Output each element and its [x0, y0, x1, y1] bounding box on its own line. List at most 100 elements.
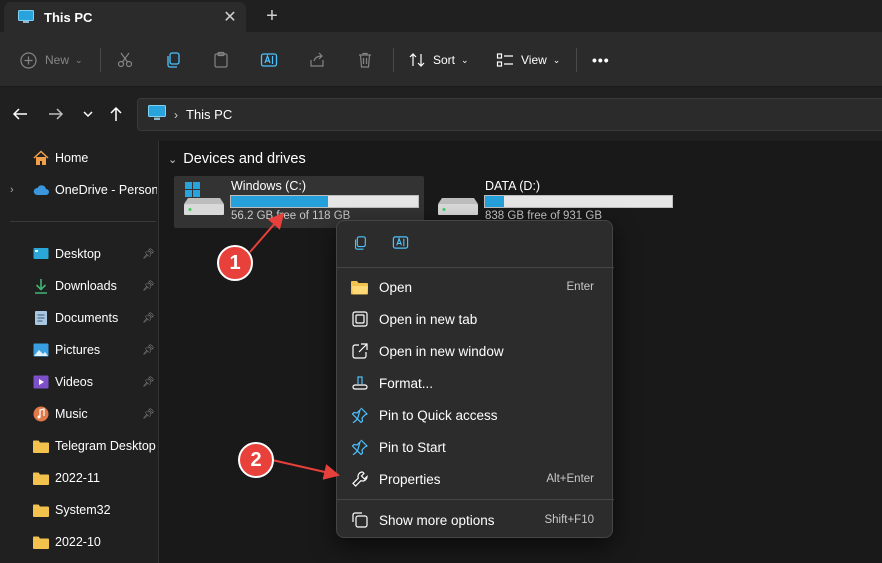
sidebar-item-pictures[interactable]: Pictures 📌︎	[0, 336, 159, 364]
context-menu: Open Enter Open in new tab Open in new w…	[336, 220, 614, 538]
view-button[interactable]: View ⌄	[496, 46, 560, 74]
document-icon	[33, 310, 49, 326]
paste-button[interactable]	[212, 46, 230, 74]
pin-icon[interactable]: 📌︎	[142, 377, 155, 388]
view-list-icon	[496, 51, 514, 69]
pin-icon[interactable]: 📌︎	[142, 249, 155, 260]
arrow-right-icon	[48, 106, 64, 125]
copy-button[interactable]	[348, 232, 372, 256]
drive-usage-fill	[231, 196, 329, 207]
menu-item-label: Open in new tab	[379, 311, 478, 327]
pin-icon[interactable]: 📌︎	[142, 313, 155, 324]
sidebar-item-music[interactable]: Music 📌︎	[0, 400, 159, 428]
folder-icon	[33, 534, 49, 550]
tab-title: This PC	[44, 9, 93, 25]
plus-circle-icon	[20, 51, 37, 69]
picture-icon	[33, 342, 49, 358]
close-tab-icon[interactable]: ✕	[218, 5, 242, 29]
copy-button[interactable]	[164, 46, 182, 74]
video-icon	[33, 374, 49, 390]
group-header-devices[interactable]: ⌄ Devices and drives	[168, 151, 306, 167]
menu-item-label: Pin to Quick access	[379, 407, 498, 423]
drive-name: DATA (D:)	[485, 179, 541, 193]
divider	[100, 48, 101, 72]
sidebar-item-home[interactable]: Home	[0, 144, 159, 172]
menu-item-label: Open in new window	[379, 343, 504, 359]
menu-item-pin-to-start[interactable]: Pin to Start	[341, 432, 610, 462]
menu-item-format[interactable]: Format...	[341, 368, 610, 398]
copy-icon	[164, 51, 182, 69]
folder-open-icon	[351, 278, 369, 296]
hard-drive-icon	[434, 180, 480, 223]
new-tab-button[interactable]: +	[258, 4, 286, 28]
sidebar-item-label: OneDrive - Personal	[55, 183, 157, 197]
group-title: Devices and drives	[183, 151, 306, 167]
menu-item-open[interactable]: Open Enter	[341, 272, 610, 302]
sort-button[interactable]: Sort ⌄	[408, 46, 469, 74]
more-options-button[interactable]: •••	[592, 46, 610, 74]
sidebar-item-documents[interactable]: Documents 📌︎	[0, 304, 159, 332]
clipboard-icon	[212, 51, 230, 69]
new-button[interactable]: New ⌄	[20, 46, 83, 74]
menu-item-pin-quick-access[interactable]: Pin to Quick access	[341, 400, 610, 430]
sidebar-item-2022-11[interactable]: 2022-11	[0, 464, 159, 492]
sidebar-item-2022-10[interactable]: 2022-10	[0, 528, 159, 556]
sidebar-item-label: 2022-11	[55, 471, 100, 485]
show-more-options-icon	[351, 511, 369, 529]
chevron-down-icon: ⌄	[75, 54, 83, 65]
sidebar-item-telegram-desktop[interactable]: Telegram Desktop	[0, 432, 159, 460]
monitor-icon	[148, 105, 166, 124]
share-icon	[308, 51, 326, 69]
sidebar-item-onedrive[interactable]: › OneDrive - Personal	[0, 176, 159, 204]
back-button[interactable]	[8, 103, 32, 127]
drive-free-space: 56.2 GB free of 118 GB	[231, 210, 351, 222]
home-icon	[33, 150, 49, 166]
pin-icon[interactable]: 📌︎	[142, 409, 155, 420]
sidebar-item-desktop[interactable]: Desktop 📌︎	[0, 240, 159, 268]
rename-icon	[260, 51, 278, 69]
sidebar-item-downloads[interactable]: Downloads 📌︎	[0, 272, 159, 300]
sidebar-item-label: System32	[55, 503, 111, 517]
navigation-pane: Home › OneDrive - Personal Desktop 📌︎ Do…	[0, 141, 159, 563]
breadcrumb-this-pc[interactable]: This PC	[186, 107, 232, 122]
wrench-icon	[351, 470, 369, 488]
menu-item-label: Show more options	[379, 512, 495, 528]
menu-item-open-new-window[interactable]: Open in new window	[341, 336, 610, 366]
menu-item-open-new-tab[interactable]: Open in new tab	[341, 304, 610, 334]
pin-icon[interactable]: 📌︎	[142, 345, 155, 356]
address-bar[interactable]: › This PC	[137, 98, 882, 131]
cut-button[interactable]	[116, 46, 134, 74]
view-label: View	[521, 53, 547, 67]
pin-icon[interactable]: 📌︎	[142, 281, 155, 292]
delete-button[interactable]	[356, 46, 374, 74]
sidebar-item-videos[interactable]: Videos 📌︎	[0, 368, 159, 396]
divider	[393, 48, 394, 72]
new-label: New	[45, 53, 70, 67]
forward-button[interactable]	[44, 103, 68, 127]
music-icon	[33, 406, 49, 422]
menu-item-show-more-options[interactable]: Show more options Shift+F10	[341, 505, 610, 535]
new-tab-icon	[351, 310, 369, 328]
rename-button[interactable]	[388, 232, 412, 256]
up-button[interactable]	[104, 103, 128, 127]
folder-icon	[33, 438, 49, 454]
shortcut-label: Enter	[566, 281, 595, 293]
pin-icon	[351, 406, 369, 424]
menu-item-label: Open	[379, 279, 413, 295]
sidebar-item-label: Telegram Desktop	[55, 439, 156, 453]
share-button[interactable]	[308, 46, 326, 74]
shortcut-label: Shift+F10	[544, 514, 594, 526]
chevron-down-icon: ⌄	[552, 54, 561, 65]
folder-icon	[33, 470, 49, 486]
divider	[337, 499, 614, 500]
menu-item-properties[interactable]: Properties Alt+Enter	[341, 464, 610, 494]
drive-name: Windows (C:)	[231, 179, 307, 193]
divider	[10, 221, 156, 222]
chevron-right-icon[interactable]: ›	[10, 184, 14, 196]
drive-usage-fill	[485, 196, 504, 207]
sidebar-item-system32[interactable]: System32	[0, 496, 159, 524]
menu-item-label: Properties	[379, 471, 441, 487]
tab-this-pc[interactable]: This PC ✕	[4, 2, 246, 32]
recent-locations-button[interactable]	[76, 103, 100, 127]
rename-button[interactable]	[260, 46, 278, 74]
